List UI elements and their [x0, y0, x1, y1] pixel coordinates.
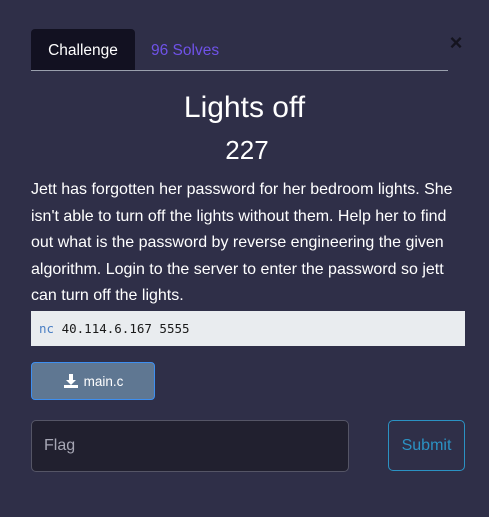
command-keyword: nc: [39, 321, 55, 336]
download-icon: [63, 374, 78, 388]
challenge-description: Jett has forgotten her password for her …: [31, 181, 453, 304]
submit-button[interactable]: Submit: [388, 420, 465, 471]
tab-solves[interactable]: 96 Solves: [151, 29, 219, 70]
file-name: main.c: [83, 373, 124, 389]
connection-command: nc 40.114.6.167 5555: [31, 311, 465, 346]
close-icon[interactable]: ×: [448, 32, 464, 54]
challenge-modal: Challenge 96 Solves × Lights off 227 Jet…: [0, 0, 489, 517]
command-args: 40.114.6.167 5555: [61, 321, 190, 336]
challenge-points: 227: [225, 135, 269, 165]
tab-challenge[interactable]: Challenge: [31, 29, 135, 70]
challenge-title: Lights off: [183, 91, 306, 124]
download-file-button[interactable]: main.c: [31, 362, 155, 400]
tab-bar: Challenge 96 Solves: [31, 29, 448, 71]
flag-input[interactable]: [31, 420, 349, 472]
